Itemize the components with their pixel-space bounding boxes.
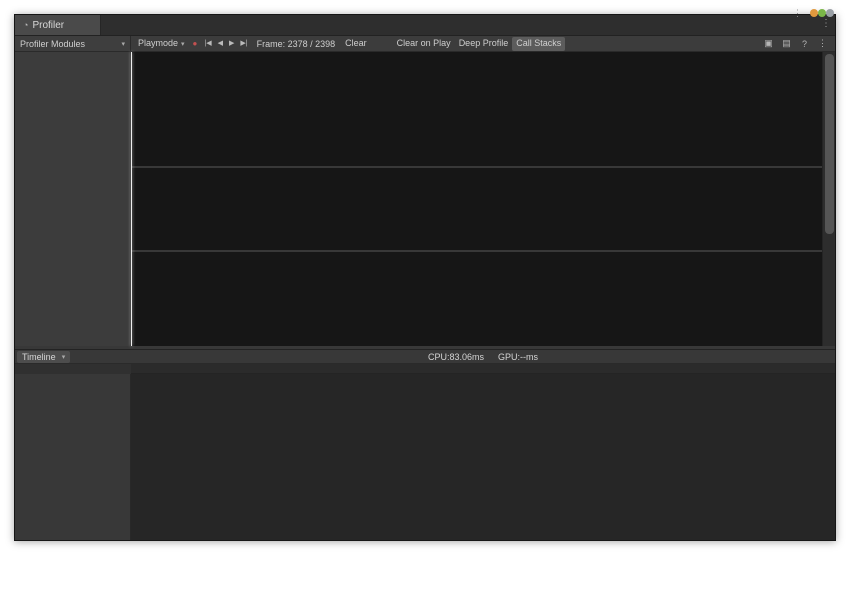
tab-profiler[interactable]: ◔ Profiler — [15, 15, 101, 35]
first-frame-button[interactable]: |◀ — [201, 37, 214, 51]
profiler-icon: ◔ — [23, 20, 28, 30]
call-stacks-toggle[interactable]: Call Stacks — [512, 37, 565, 51]
timeline-body — [15, 374, 835, 540]
help-icon[interactable]: ? — [797, 39, 812, 49]
timeline-track[interactable] — [131, 374, 835, 540]
window-maximize-button[interactable] — [818, 9, 826, 17]
window-close-button[interactable] — [826, 9, 834, 17]
cpu-time-stat: CPU:83.06ms — [428, 350, 484, 364]
expand-icon[interactable]: ▣ — [761, 38, 776, 49]
previous-frame-button[interactable]: ◀ — [215, 37, 226, 51]
deep-profile-toggle[interactable]: Deep Profile — [455, 37, 513, 51]
memory-chart[interactable] — [131, 252, 822, 346]
chevron-down-icon: ▾ — [181, 41, 185, 48]
rendering-plot — [131, 168, 822, 250]
record-button[interactable]: ● — [189, 37, 202, 51]
chevron-down-icon: ▾ — [121, 40, 125, 48]
rendering-chart[interactable] — [131, 168, 822, 250]
playmode-dropdown[interactable]: Playmode▾ — [134, 37, 189, 51]
toolbar-toggle-group: Clear on Play Deep Profile Call Stacks — [393, 37, 566, 51]
selected-frame-indicator[interactable] — [131, 52, 132, 346]
profiler-window: ◔ Profiler ⋮ Profiler Modules ▾ Playmode… — [14, 14, 836, 541]
profiler-main — [15, 52, 835, 346]
chevron-down-icon: ▾ — [62, 353, 66, 361]
window-minimize-button[interactable] — [810, 9, 818, 17]
clear-on-play-toggle[interactable]: Clear on Play — [393, 37, 455, 51]
timeline-ruler[interactable] — [131, 364, 835, 374]
timeline-view-label: Timeline — [22, 352, 56, 362]
playmode-label: Playmode — [138, 38, 178, 48]
memory-plot — [131, 252, 822, 346]
chart-area[interactable] — [131, 52, 822, 346]
profiler-modules-panel — [15, 52, 131, 346]
titlebar: ◔ Profiler ⋮ — [15, 15, 835, 36]
timeline-header: Timeline ▾ CPU:83.06ms GPU:--ms — [15, 350, 835, 364]
topbar: Profiler Modules ▾ Playmode▾ ● |◀ ◀ ▶ ▶|… — [15, 36, 835, 52]
timeline-stats: CPU:83.06ms GPU:--ms — [131, 350, 835, 364]
kebab-menu-icon[interactable]: ⋮ — [815, 38, 830, 49]
tab-label: Profiler — [32, 20, 64, 31]
profiler-toolbar: Playmode▾ ● |◀ ◀ ▶ ▶| Frame: 2378 / 2398… — [131, 36, 835, 52]
profiler-modules-label: Profiler Modules — [20, 39, 85, 49]
window-control-dots — [810, 4, 834, 22]
clear-button[interactable]: Clear — [341, 37, 371, 51]
timeline-view-dropdown[interactable]: Timeline ▾ — [17, 351, 70, 363]
next-frame-button[interactable]: ▶ — [226, 37, 237, 51]
gpu-time-stat: GPU:--ms — [498, 350, 538, 364]
layout-icon[interactable]: ▤ — [779, 38, 794, 49]
window-menu-icon[interactable]: ⋮ — [793, 8, 802, 19]
record-icon: ● — [193, 39, 198, 48]
chart-scrollbar[interactable] — [822, 52, 835, 346]
profiler-modules-dropdown[interactable]: Profiler Modules ▾ — [15, 36, 131, 52]
chart-scrollbar-thumb[interactable] — [825, 54, 834, 234]
cpu-usage-chart[interactable] — [131, 52, 822, 166]
timeline-panel: Timeline ▾ CPU:83.06ms GPU:--ms — [15, 349, 835, 540]
frame-counter: Frame: 2378 / 2398 — [257, 39, 336, 49]
timeline-thread-labels — [15, 374, 131, 540]
toolbar-right-icons: ▣ ▤ ? ⋮ — [761, 38, 832, 49]
cpu-usage-plot — [131, 52, 822, 166]
window-controls: ⋮ — [793, 4, 834, 22]
page-background: ⋮ ◔ Profiler ⋮ Profiler Modules ▾ Playmo… — [0, 0, 850, 604]
current-frame-button[interactable]: ▶| — [237, 37, 250, 51]
